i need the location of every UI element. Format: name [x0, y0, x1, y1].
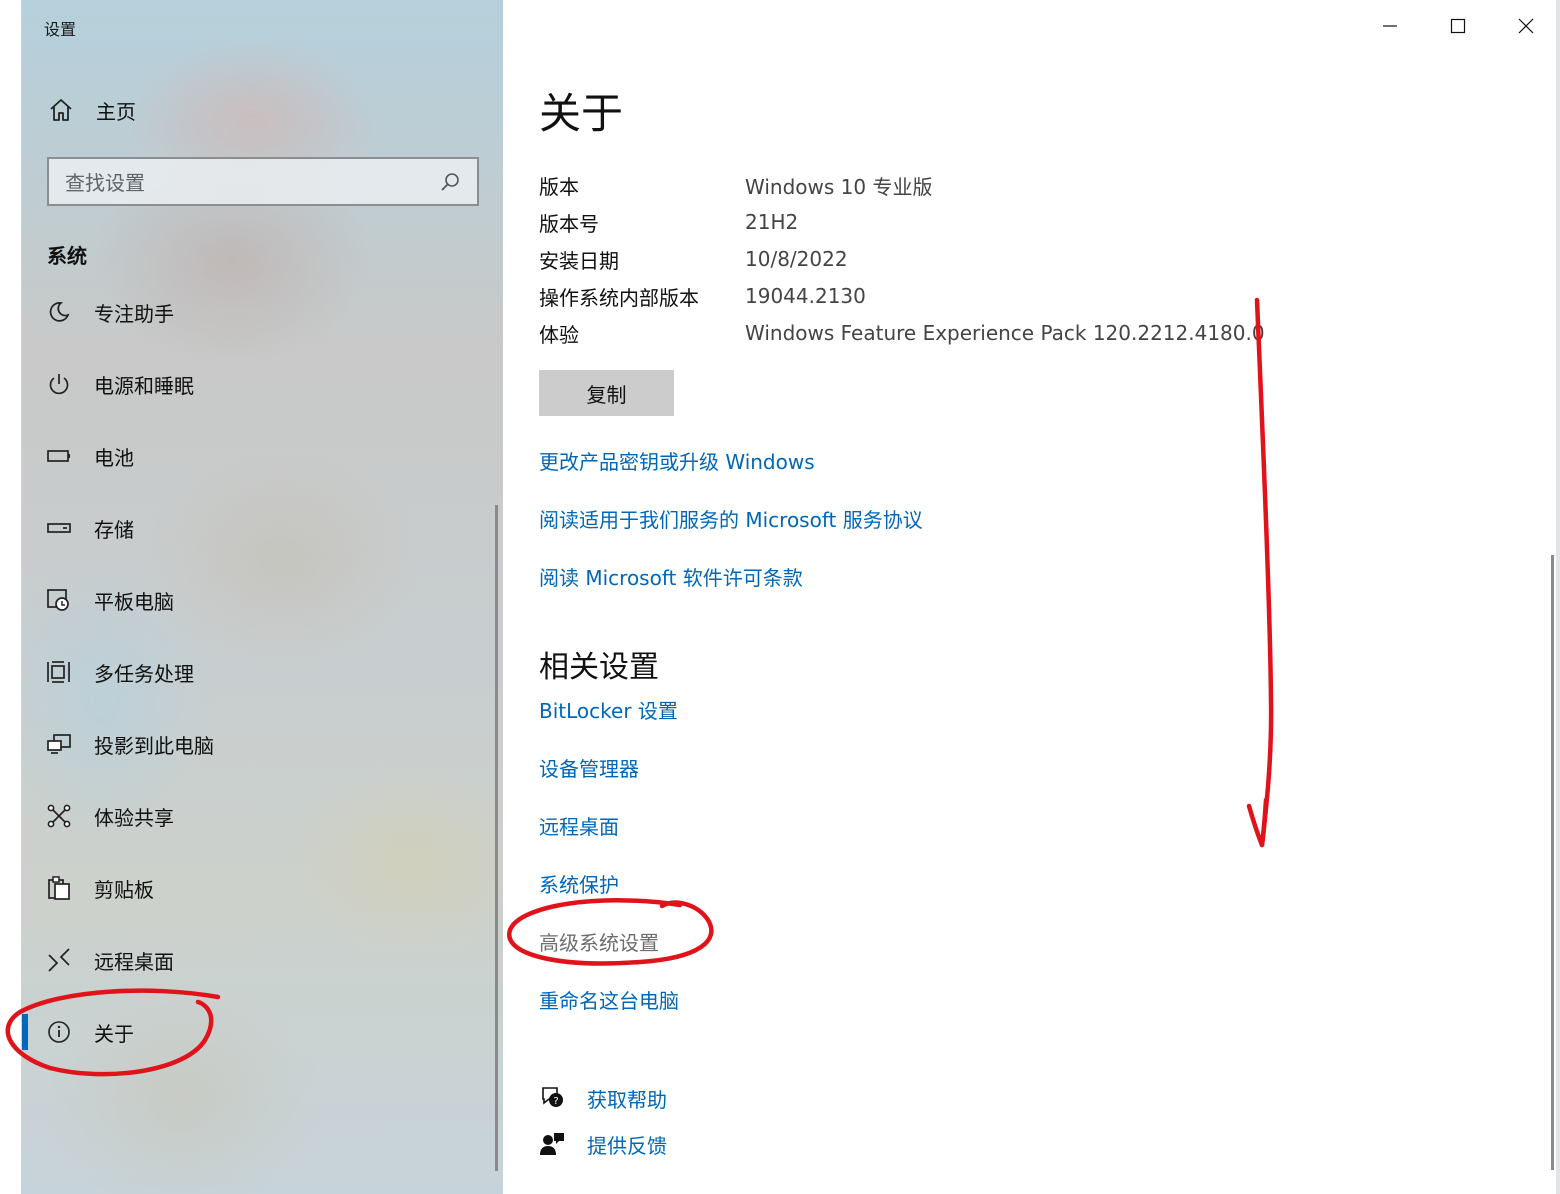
- spec-key: 版本号: [539, 211, 599, 236]
- spec-row-experience: 体验 Windows Feature Experience Pack 120.2…: [539, 318, 1265, 348]
- help-label: 获取帮助: [587, 1087, 667, 1112]
- sidebar-scrollbar[interactable]: [495, 505, 498, 1171]
- help-get-help[interactable]: ? 获取帮助: [539, 1081, 667, 1115]
- page-title: 关于: [539, 89, 624, 138]
- sidebar-item-power-sleep[interactable]: 电源和睡眠: [22, 362, 492, 406]
- share-icon: [46, 803, 72, 829]
- sidebar-item-label: 远程桌面: [94, 949, 174, 974]
- link-system-protection[interactable]: 系统保护: [539, 869, 619, 898]
- spec-value: 21H2: [745, 210, 799, 234]
- link-license-terms[interactable]: 阅读 Microsoft 软件许可条款: [539, 562, 803, 591]
- main-pane: 关于 版本 Windows 10 专业版 版本号 21H2 安装日期 10/8/…: [503, 0, 1560, 1194]
- desktop-edge: [0, 0, 22, 1194]
- power-icon: [46, 371, 72, 397]
- window-controls: [1356, 0, 1560, 52]
- search-input[interactable]: 查找设置: [47, 157, 479, 206]
- section-title-system: 系统: [47, 244, 87, 268]
- remote-desktop-icon: [46, 947, 72, 973]
- link-change-product-key[interactable]: 更改产品密钥或升级 Windows: [539, 446, 815, 475]
- sidebar-item-label: 电源和睡眠: [94, 373, 194, 398]
- info-icon: [46, 1019, 72, 1045]
- sidebar-home[interactable]: 主页: [48, 92, 136, 128]
- search-icon[interactable]: [439, 171, 461, 193]
- moon-icon: [46, 299, 72, 325]
- copy-button[interactable]: 复制: [539, 370, 674, 416]
- main-scrollbar[interactable]: [1551, 555, 1554, 1170]
- sidebar-item-focus-assist[interactable]: 专注助手: [22, 290, 492, 334]
- help-label: 提供反馈: [587, 1133, 667, 1158]
- related-settings-title: 相关设置: [539, 650, 659, 685]
- link-services-agreement[interactable]: 阅读适用于我们服务的 Microsoft 服务协议: [539, 504, 923, 533]
- close-button[interactable]: [1492, 0, 1560, 52]
- sidebar-item-label: 关于: [94, 1021, 134, 1046]
- spec-value: Windows 10 专业版: [745, 174, 933, 199]
- sidebar-item-label: 专注助手: [94, 301, 174, 326]
- sidebar-item-about[interactable]: 关于: [22, 1010, 492, 1054]
- sidebar: 设置 主页 查找设置 系统 专注助手 电源和睡眠 电池 存储 平板电脑 多任务处…: [22, 0, 503, 1194]
- window-border: [1556, 0, 1560, 1194]
- link-remote-desktop[interactable]: 远程桌面: [539, 811, 619, 840]
- sidebar-item-label: 体验共享: [94, 805, 174, 830]
- spec-value: Windows Feature Experience Pack 120.2212…: [745, 321, 1265, 345]
- sidebar-item-label: 存储: [94, 517, 134, 542]
- clipboard-icon: [46, 875, 72, 901]
- multitasking-icon: [46, 659, 72, 685]
- spec-key: 体验: [539, 322, 579, 347]
- maximize-icon: [1450, 18, 1466, 34]
- spec-key: 版本: [539, 174, 579, 199]
- search-placeholder: 查找设置: [65, 171, 145, 195]
- project-icon: [46, 731, 72, 757]
- tablet-icon: [46, 587, 72, 613]
- spec-value: 10/8/2022: [745, 247, 848, 271]
- link-rename-pc[interactable]: 重命名这台电脑: [539, 985, 679, 1014]
- home-label: 主页: [96, 99, 136, 124]
- help-chat-icon: ?: [542, 1087, 563, 1107]
- sidebar-item-label: 电池: [94, 445, 134, 470]
- spec-key: 操作系统内部版本: [539, 285, 699, 310]
- sidebar-item-shared-experience[interactable]: 体验共享: [22, 794, 492, 838]
- sidebar-item-label: 剪贴板: [94, 877, 154, 902]
- spec-row-edition: 版本 Windows 10 专业版: [539, 170, 932, 200]
- link-advanced-system-settings[interactable]: 高级系统设置: [539, 927, 659, 956]
- minimize-icon: [1383, 25, 1397, 27]
- battery-icon: [46, 443, 72, 469]
- spec-row-version: 版本号 21H2: [539, 207, 798, 237]
- sidebar-item-storage[interactable]: 存储: [22, 506, 492, 550]
- link-device-manager[interactable]: 设备管理器: [539, 753, 639, 782]
- storage-icon: [46, 515, 72, 541]
- link-bitlocker[interactable]: BitLocker 设置: [539, 695, 678, 724]
- sidebar-item-battery[interactable]: 电池: [22, 434, 492, 478]
- sidebar-item-label: 平板电脑: [94, 589, 174, 614]
- close-icon: [1518, 18, 1534, 34]
- feedback-icon: [540, 1133, 564, 1155]
- sidebar-item-clipboard[interactable]: 剪贴板: [22, 866, 492, 910]
- sidebar-item-label: 投影到此电脑: [94, 733, 214, 758]
- sidebar-item-tablet[interactable]: 平板电脑: [22, 578, 492, 622]
- home-icon: [50, 99, 72, 121]
- spec-value: 19044.2130: [745, 284, 866, 308]
- spec-row-os-build: 操作系统内部版本 19044.2130: [539, 281, 866, 311]
- sidebar-item-remote-desktop[interactable]: 远程桌面: [22, 938, 492, 982]
- sidebar-item-project[interactable]: 投影到此电脑: [22, 722, 492, 766]
- svg-text:?: ?: [553, 1096, 558, 1107]
- spec-row-install-date: 安装日期 10/8/2022: [539, 244, 848, 274]
- sidebar-item-multitasking[interactable]: 多任务处理: [22, 650, 492, 694]
- window-title: 设置: [44, 20, 77, 39]
- spec-key: 安装日期: [539, 248, 619, 273]
- help-give-feedback[interactable]: 提供反馈: [539, 1127, 667, 1161]
- maximize-button[interactable]: [1424, 0, 1492, 52]
- minimize-button[interactable]: [1356, 0, 1424, 52]
- sidebar-item-label: 多任务处理: [94, 661, 194, 686]
